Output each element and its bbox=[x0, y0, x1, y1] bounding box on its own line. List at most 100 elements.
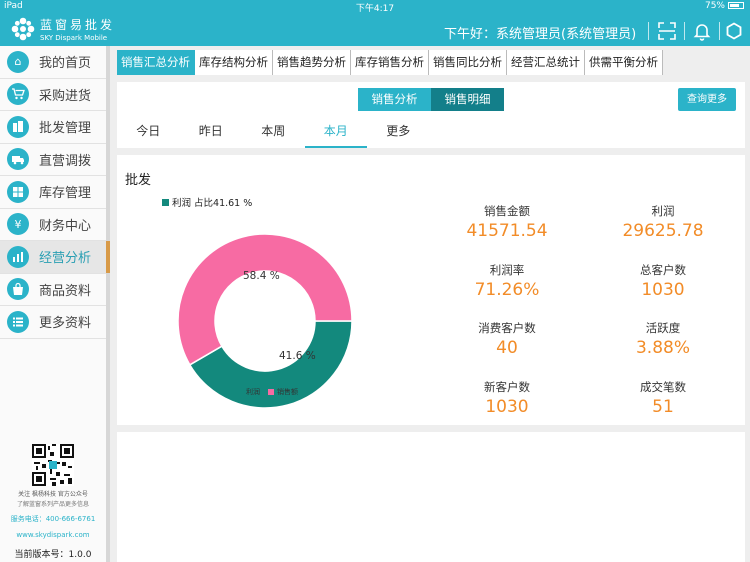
empty-panel bbox=[117, 432, 745, 562]
metric-value: 29625.78 bbox=[622, 221, 704, 241]
metric-label: 消费客户数 bbox=[478, 321, 536, 335]
metric-value: 51 bbox=[652, 397, 674, 417]
metric-total-customers: 总客户数 1030 bbox=[588, 262, 738, 300]
list-icon bbox=[7, 310, 29, 333]
donut-label-sales: 58.4 % bbox=[243, 270, 280, 282]
sales-analysis-toggle[interactable]: 销售分析 bbox=[358, 88, 431, 111]
tab-sales-trend[interactable]: 销售趋势分析 bbox=[273, 50, 351, 75]
sidebar-item-label: 批发管理 bbox=[39, 121, 92, 137]
sidebar-item-transfer[interactable]: 直营调拨 bbox=[0, 144, 106, 176]
metric-activity: 活跃度 3.88% bbox=[588, 320, 738, 358]
chart-legend-top: 利润 占比41.61 % bbox=[162, 195, 252, 209]
clock: 下午4:17 bbox=[355, 4, 395, 14]
period-selector: 今日 昨日 本周 本月 更多 bbox=[117, 120, 430, 148]
header-divider bbox=[648, 22, 649, 40]
donut-label-profit: 41.6 % bbox=[279, 350, 316, 362]
metric-value: 1030 bbox=[485, 397, 529, 417]
sidebar-item-finance[interactable]: ¥ 财务中心 bbox=[0, 209, 106, 241]
sidebar-item-products[interactable]: 商品资料 bbox=[0, 274, 106, 306]
tab-sales-yoy[interactable]: 销售同比分析 bbox=[429, 50, 507, 75]
metric-value: 1030 bbox=[641, 280, 685, 300]
bell-icon[interactable] bbox=[692, 21, 712, 41]
building-icon bbox=[7, 115, 29, 138]
metric-label: 利润率 bbox=[489, 263, 525, 277]
metric-value: 71.26% bbox=[474, 280, 540, 300]
battery-icon bbox=[728, 2, 744, 9]
metric-label: 销售金额 bbox=[484, 204, 530, 218]
view-toggle: 销售分析 销售明细 bbox=[358, 88, 504, 111]
sidebar-item-label: 商品资料 bbox=[39, 283, 92, 299]
sales-detail-toggle[interactable]: 销售明细 bbox=[431, 88, 504, 111]
truck-icon bbox=[7, 148, 29, 171]
metric-value: 3.88% bbox=[635, 338, 690, 358]
sidebar-item-purchase[interactable]: 采购进货 bbox=[0, 79, 106, 111]
period-this-month[interactable]: 本月 bbox=[304, 120, 367, 148]
tab-sales-summary[interactable]: 销售汇总分析 bbox=[117, 50, 195, 75]
service-phone[interactable]: 服务电话：400-666-6761 bbox=[0, 514, 106, 524]
header-divider bbox=[719, 22, 720, 40]
website-link[interactable]: www.skydispark.com bbox=[0, 531, 106, 539]
sidebar-item-analysis[interactable]: 经营分析 bbox=[0, 241, 110, 274]
sidebar-item-label: 直营调拨 bbox=[39, 153, 92, 169]
grid-icon bbox=[7, 180, 29, 203]
logo-icon bbox=[11, 17, 35, 41]
metric-value: 40 bbox=[496, 338, 518, 358]
brand-subtitle: SKY Dispark Mobile bbox=[40, 34, 108, 42]
metric-consuming-customers: 消费客户数 40 bbox=[432, 320, 582, 358]
version-text: 当前版本号：1.0.0 bbox=[14, 550, 92, 560]
period-more[interactable]: 更多 bbox=[367, 120, 430, 148]
learn-text: 了解蓝窗系列产品更多信息 bbox=[16, 501, 89, 508]
metric-transactions: 成交笔数 51 bbox=[588, 379, 738, 417]
sidebar: ⌂ 我的首页 采购进货 批发管理 直营调拨 库存管理 ¥ 财务中心 经营分析 商… bbox=[0, 46, 110, 562]
analysis-tabs: 销售汇总分析 库存结构分析 销售趋势分析 库存销售分析 销售同比分析 经营汇总统… bbox=[117, 50, 663, 75]
metric-profit: 利润 29625.78 bbox=[588, 203, 738, 241]
metric-value: 41571.54 bbox=[466, 221, 548, 241]
tab-inventory-structure[interactable]: 库存结构分析 bbox=[195, 50, 273, 75]
tab-operation-summary[interactable]: 经营汇总统计 bbox=[507, 50, 585, 75]
sidebar-item-label: 财务中心 bbox=[39, 218, 92, 234]
legend-item-sales: 销售额 bbox=[268, 387, 298, 397]
battery-status: 75% bbox=[705, 1, 744, 11]
sidebar-item-more[interactable]: 更多资料 bbox=[0, 306, 106, 339]
metric-label: 活跃度 bbox=[645, 321, 681, 335]
status-bar: iPad 下午4:17 75% bbox=[0, 0, 750, 14]
period-yesterday[interactable]: 昨日 bbox=[180, 120, 243, 148]
follow-text: 关注 枫杨科技 官方公众号 bbox=[18, 491, 88, 498]
metric-label: 总客户数 bbox=[640, 263, 686, 277]
metric-profit-rate: 利润率 71.26% bbox=[432, 262, 582, 300]
summary-card: 批发 利润 占比41.61 % 41.6 % 58.4 % 利润 销售额 销售金额… bbox=[117, 155, 745, 425]
legend-item-profit: 利润 bbox=[237, 387, 260, 397]
sidebar-item-label: 库存管理 bbox=[39, 186, 92, 202]
sidebar-item-home[interactable]: ⌂ 我的首页 bbox=[0, 46, 106, 79]
sidebar-item-inventory[interactable]: 库存管理 bbox=[0, 176, 106, 209]
card-title: 批发 bbox=[125, 173, 152, 188]
sidebar-item-label: 经营分析 bbox=[39, 251, 92, 267]
tab-supply-demand[interactable]: 供需平衡分析 bbox=[585, 50, 663, 75]
query-more-button[interactable]: 查询更多 bbox=[678, 88, 736, 111]
brand: 蓝窗易批发 SKY Dispark Mobile bbox=[40, 16, 115, 42]
metric-sales-amount: 销售金额 41571.54 bbox=[432, 203, 582, 241]
chart-icon bbox=[7, 245, 29, 268]
user-greeting: 下午好：系统管理员(系统管理员) bbox=[444, 27, 637, 42]
period-this-week[interactable]: 本周 bbox=[242, 120, 305, 148]
donut-chart: 41.6 % 58.4 % bbox=[177, 233, 353, 409]
filter-panel: 销售分析 销售明细 查询更多 今日 昨日 本周 本月 更多 bbox=[117, 82, 745, 148]
sidebar-item-label: 采购进货 bbox=[39, 88, 92, 104]
chart-legend-bottom: 利润 销售额 bbox=[237, 387, 298, 397]
sidebar-item-wholesale[interactable]: 批发管理 bbox=[0, 111, 106, 144]
scan-icon[interactable] bbox=[657, 21, 677, 41]
cart-icon bbox=[7, 83, 29, 106]
metric-label: 利润 bbox=[651, 204, 675, 218]
metric-label: 新客户数 bbox=[484, 380, 530, 394]
period-today[interactable]: 今日 bbox=[117, 120, 180, 148]
metric-new-customers: 新客户数 1030 bbox=[432, 379, 582, 417]
bag-icon bbox=[7, 278, 29, 301]
legend-swatch-profit bbox=[162, 199, 169, 206]
sidebar-item-label: 我的首页 bbox=[39, 56, 92, 72]
brand-name: 蓝窗易批发 bbox=[40, 18, 116, 32]
home-icon: ⌂ bbox=[7, 50, 29, 73]
metric-label: 成交笔数 bbox=[640, 380, 686, 394]
app-header: 蓝窗易批发 SKY Dispark Mobile 下午好：系统管理员(系统管理员… bbox=[0, 14, 750, 46]
settings-icon[interactable] bbox=[724, 21, 744, 41]
tab-inventory-sales[interactable]: 库存销售分析 bbox=[351, 50, 429, 75]
